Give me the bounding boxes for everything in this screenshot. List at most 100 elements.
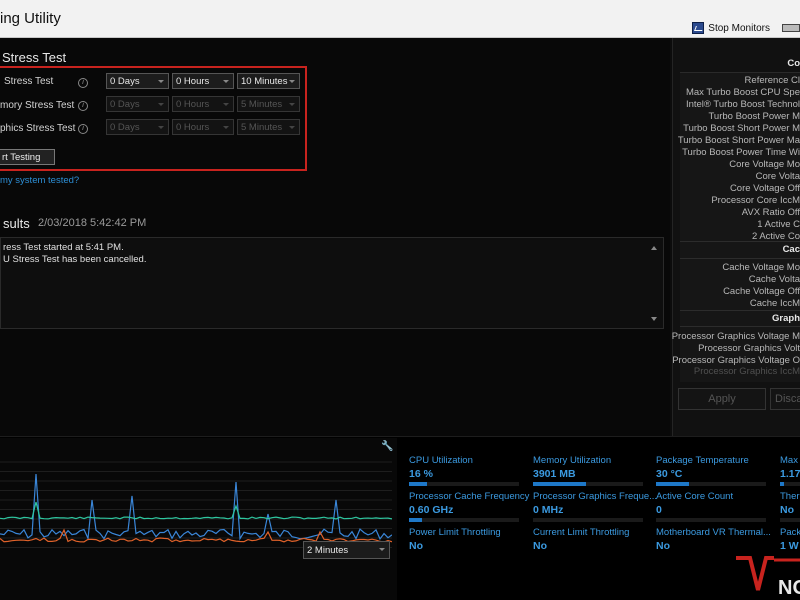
scroll-up-icon[interactable] — [651, 246, 657, 250]
stat-value: 1 W — [780, 540, 799, 552]
cache-setting-item[interactable]: Cache IccM — [750, 298, 800, 309]
stat-value: 30 °C — [656, 468, 683, 480]
graphics-hours-select[interactable]: 0 Hours — [172, 119, 234, 135]
log-line: U Stress Test has been cancelled. — [3, 254, 147, 265]
core-setting-item[interactable]: AVX Ratio Off — [742, 207, 800, 218]
graphics-setting-item[interactable]: Processor Graphics Voltage M — [672, 331, 800, 342]
stat-bar — [780, 518, 800, 522]
chevron-down-icon — [158, 126, 164, 129]
row-label-cpu: Stress Test — [4, 76, 54, 87]
stat-label: Current Limit Throttling — [533, 527, 630, 538]
chevron-down-icon — [223, 126, 229, 129]
graphics-setting-item[interactable]: Processor Graphics Volt — [698, 343, 800, 354]
stat-value: 0.60 GHz — [409, 504, 454, 516]
stat-value: 0 — [656, 504, 662, 516]
core-setting-item[interactable]: Turbo Boost Power M — [708, 111, 800, 122]
stat-bar — [656, 482, 766, 486]
stat-value: 3901 MB — [533, 468, 576, 480]
core-setting-item[interactable]: Turbo Boost Short Power Ma — [678, 135, 800, 146]
cache-setting-item[interactable]: Cache Volta — [749, 274, 800, 285]
monitor-stop-icon — [692, 22, 705, 34]
stat-bar — [656, 518, 766, 522]
graph-range-select[interactable]: 2 Minutes — [303, 541, 390, 559]
cache-setting-item[interactable]: Cache Voltage Off — [723, 286, 800, 297]
stat-bar-fill — [780, 482, 784, 486]
chevron-down-icon — [289, 80, 295, 83]
chevron-down-icon — [223, 103, 229, 106]
core-setting-item[interactable]: Processor Core IccM — [711, 195, 800, 206]
memory-trace — [0, 501, 392, 520]
graphics-section-head: Graph — [772, 313, 800, 324]
apply-button[interactable]: Apply — [678, 388, 766, 410]
core-setting-item[interactable]: Core Voltage Mo — [729, 159, 800, 170]
divider — [680, 326, 800, 327]
memory-days-select[interactable]: 0 Days — [106, 96, 169, 112]
why-test-link[interactable]: my system tested? — [0, 175, 79, 186]
core-section-head: Co — [787, 58, 800, 69]
stat-label: Memory Utilization — [533, 455, 612, 466]
core-setting-item[interactable]: Core Volta — [756, 171, 800, 182]
core-setting-item[interactable]: Reference Cl — [745, 75, 800, 86]
info-icon[interactable]: i — [78, 78, 88, 88]
cpu-utilization-trace — [0, 473, 392, 541]
stat-value: 16 % — [409, 468, 433, 480]
stat-bar-fill — [409, 518, 423, 522]
core-setting-item[interactable]: Max Turbo Boost CPU Spe — [686, 87, 800, 98]
stop-monitors-button[interactable]: Stop Monitors — [692, 20, 800, 36]
stat-label: Package Temperature — [656, 455, 749, 466]
core-setting-item[interactable]: 1 Active C — [757, 219, 800, 230]
cpu-hours-select[interactable]: 0 Hours — [172, 73, 234, 89]
memory-hours-select[interactable]: 0 Hours — [172, 96, 234, 112]
stat-value: No — [656, 540, 670, 552]
core-setting-item[interactable]: 2 Active Co — [752, 231, 800, 242]
monitor-graph — [0, 461, 392, 548]
results-timestamp: 2/03/2018 5:42:42 PM — [38, 217, 147, 229]
stat-bar — [409, 518, 519, 522]
stress-section-title: Stress Test — [2, 50, 67, 65]
stat-label: Max ( — [780, 455, 800, 466]
graphics-setting-item[interactable]: Processor Graphics Voltage O — [672, 355, 800, 366]
chevron-down-icon — [379, 548, 385, 551]
core-setting-item[interactable]: Core Voltage Off — [730, 183, 800, 194]
cache-section-head: Cac — [782, 244, 800, 255]
info-icon[interactable]: i — [78, 124, 88, 134]
stat-value: No — [780, 504, 794, 516]
graphics-setting-item[interactable]: Processor Graphics IccM — [694, 366, 800, 377]
core-setting-item[interactable]: Turbo Boost Power Time Wi — [682, 147, 800, 158]
core-setting-item[interactable]: Turbo Boost Short Power M — [683, 123, 800, 134]
cpu-minutes-select[interactable]: 10 Minutes — [237, 73, 300, 89]
info-icon[interactable]: i — [78, 101, 88, 111]
discard-button[interactable]: Disca — [770, 388, 800, 410]
chevron-down-icon — [289, 126, 295, 129]
chevron-down-icon — [158, 80, 164, 83]
cache-setting-item[interactable]: Cache Voltage Mo — [722, 262, 800, 273]
graphics-minutes-select[interactable]: 5 Minutes — [237, 119, 300, 135]
stat-label: Motherboard VR Thermal... — [656, 527, 771, 538]
stat-bar — [533, 482, 643, 486]
divider — [680, 310, 800, 311]
stat-bar-fill — [533, 482, 586, 486]
memory-minutes-select[interactable]: 5 Minutes — [237, 96, 300, 112]
stat-value: 0 MHz — [533, 504, 564, 516]
stat-value: 1.17 — [780, 468, 800, 480]
cpu-days-select[interactable]: 0 Days — [106, 73, 169, 89]
divider — [680, 258, 800, 259]
stat-label: CPU Utilization — [409, 455, 473, 466]
stat-label: Processor Cache Frequency — [409, 491, 530, 502]
watermark-logo: NO — [736, 556, 800, 599]
title-bar: ing Utility Stop Monitors — [0, 0, 800, 38]
window-title: ing Utility — [0, 10, 61, 27]
wrench-icon[interactable]: 🔧 — [381, 441, 393, 452]
watermark-text: NO — [778, 577, 800, 599]
chevron-down-icon — [158, 103, 164, 106]
stat-bar-fill — [409, 482, 427, 486]
scroll-down-icon[interactable] — [651, 317, 657, 321]
chevron-down-icon — [223, 80, 229, 83]
chevron-down-icon — [289, 103, 295, 106]
start-testing-button[interactable]: rt Testing — [0, 149, 55, 165]
results-log[interactable]: ress Test started at 5:41 PM. U Stress T… — [0, 237, 664, 329]
graphics-days-select[interactable]: 0 Days — [106, 119, 169, 135]
core-setting-item[interactable]: Intel® Turbo Boost Technol — [686, 99, 800, 110]
minimize-widget-icon[interactable] — [782, 24, 800, 32]
stat-label: Therr — [780, 491, 800, 502]
